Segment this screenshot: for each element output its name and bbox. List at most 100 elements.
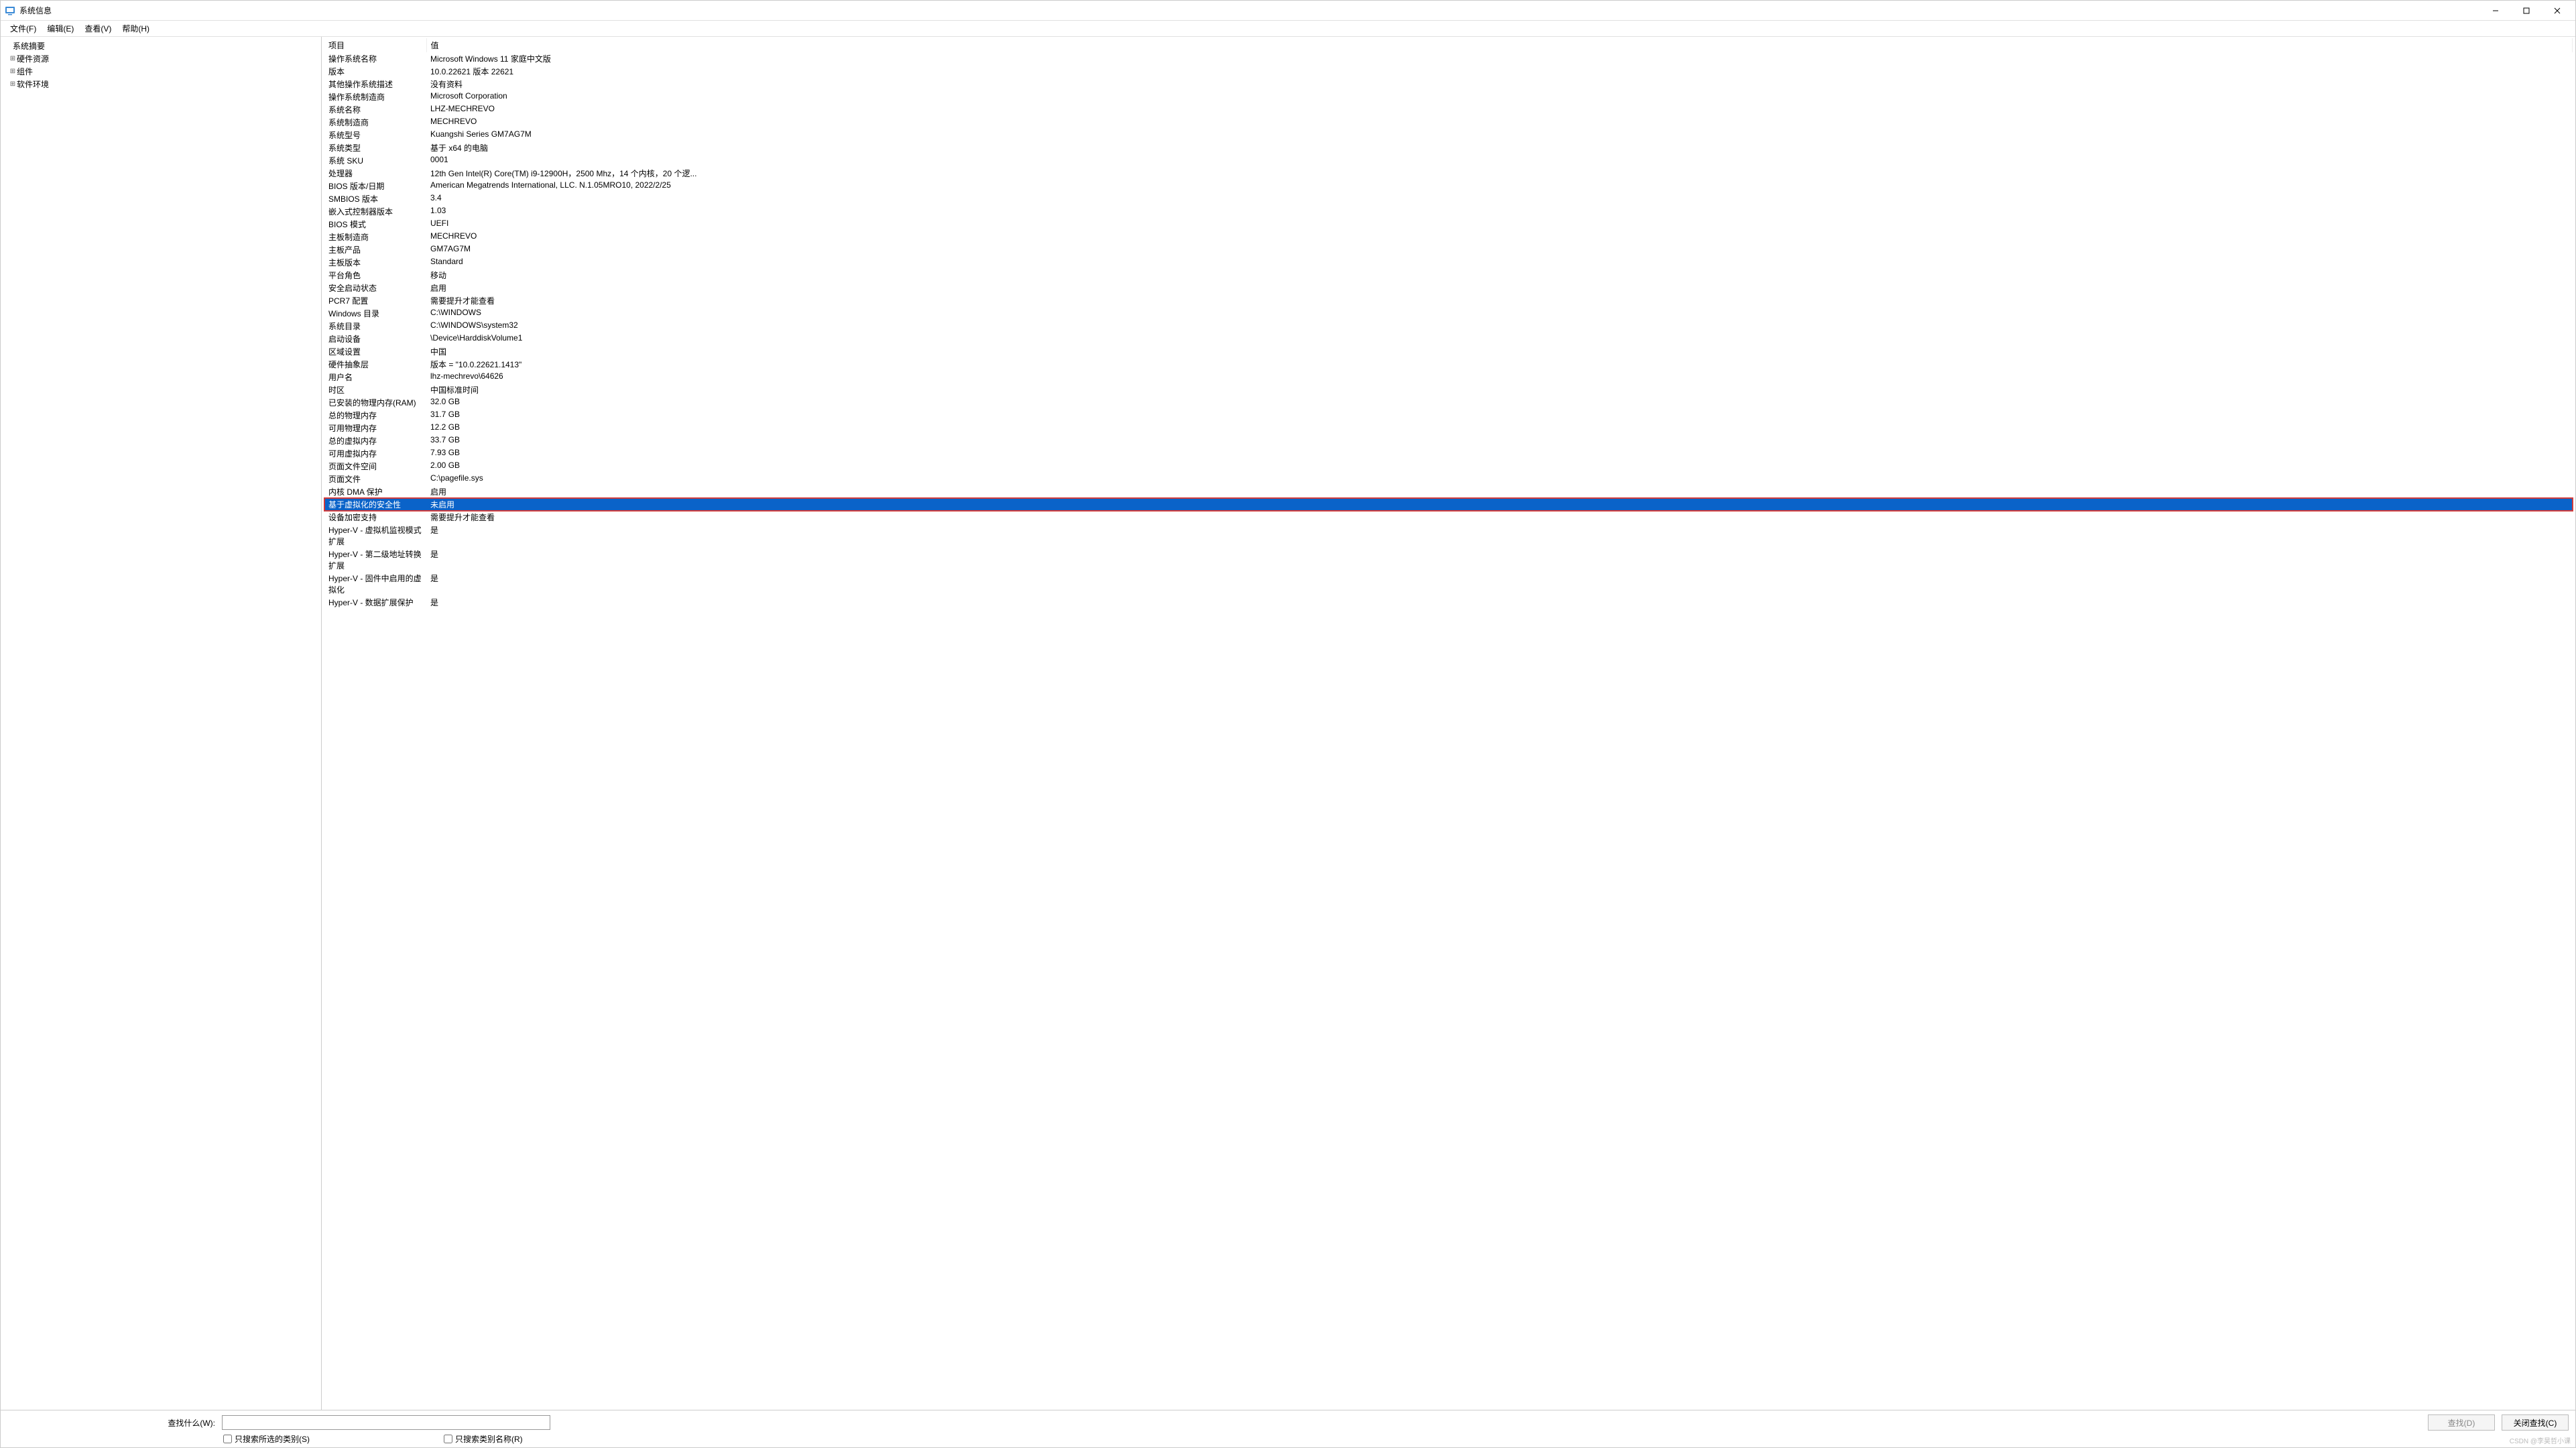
row-value: 需要提升才能查看 bbox=[426, 294, 2573, 307]
row-value: 需要提升才能查看 bbox=[426, 511, 2573, 524]
row-key: 硬件抽象层 bbox=[324, 358, 426, 371]
table-row[interactable]: BIOS 模式UEFI bbox=[324, 218, 2573, 231]
row-value: 是 bbox=[426, 548, 2573, 572]
table-row[interactable]: 时区中国标准时间 bbox=[324, 383, 2573, 396]
table-row[interactable]: 可用虚拟内存7.93 GB bbox=[324, 447, 2573, 460]
row-value: MECHREVO bbox=[426, 116, 2573, 129]
only-category-checkbox[interactable]: 只搜索类别名称(R) bbox=[444, 1433, 523, 1445]
row-key: Hyper-V - 固件中启用的虚拟化 bbox=[324, 572, 426, 596]
table-row[interactable]: Hyper-V - 数据扩展保护是 bbox=[324, 596, 2573, 609]
table-row[interactable]: 系统目录C:\WINDOWS\system32 bbox=[324, 320, 2573, 333]
table-row[interactable]: 系统类型基于 x64 的电脑 bbox=[324, 141, 2573, 154]
table-row[interactable]: 已安装的物理内存(RAM)32.0 GB bbox=[324, 396, 2573, 409]
menu-edit[interactable]: 编辑(E) bbox=[42, 21, 79, 36]
table-row[interactable]: 系统制造商MECHREVO bbox=[324, 116, 2573, 129]
checkbox-input[interactable] bbox=[444, 1435, 452, 1443]
table-row[interactable]: 主板产品GM7AG7M bbox=[324, 243, 2573, 256]
only-selected-checkbox[interactable]: 只搜索所选的类别(S) bbox=[223, 1433, 310, 1445]
row-value: 中国 bbox=[426, 345, 2573, 358]
table-row[interactable]: 硬件抽象层版本 = "10.0.22621.1413" bbox=[324, 358, 2573, 371]
window-title: 系统信息 bbox=[19, 5, 2480, 16]
menu-bar: 文件(F) 编辑(E) 查看(V) 帮助(H) bbox=[1, 21, 2575, 37]
tree-hardware-resources[interactable]: ⊞ 硬件资源 bbox=[2, 52, 320, 65]
tree-expand-icon[interactable]: ⊞ bbox=[9, 80, 17, 88]
row-value: 移动 bbox=[426, 269, 2573, 282]
close-find-button[interactable]: 关闭查找(C) bbox=[2502, 1414, 2569, 1431]
close-button[interactable] bbox=[2542, 1, 2573, 21]
table-header-row: 项目 值 bbox=[324, 38, 2573, 52]
checkbox-label: 只搜索类别名称(R) bbox=[455, 1433, 523, 1445]
table-row[interactable]: Hyper-V - 固件中启用的虚拟化是 bbox=[324, 572, 2573, 596]
table-row[interactable]: 设备加密支持需要提升才能查看 bbox=[324, 511, 2573, 524]
details-pane[interactable]: 项目 值 操作系统名称Microsoft Windows 11 家庭中文版版本1… bbox=[322, 37, 2575, 1410]
table-row[interactable]: 用户名lhz-mechrevo\64626 bbox=[324, 371, 2573, 383]
tree-components[interactable]: ⊞ 组件 bbox=[2, 65, 320, 78]
table-row[interactable]: 系统名称LHZ-MECHREVO bbox=[324, 103, 2573, 116]
table-row[interactable]: 可用物理内存12.2 GB bbox=[324, 422, 2573, 434]
table-row[interactable]: BIOS 版本/日期American Megatrends Internatio… bbox=[324, 180, 2573, 192]
table-row[interactable]: Hyper-V - 虚拟机监视模式扩展是 bbox=[324, 524, 2573, 548]
table-row[interactable]: 总的虚拟内存33.7 GB bbox=[324, 434, 2573, 447]
table-row[interactable]: 主板版本Standard bbox=[324, 256, 2573, 269]
menu-file[interactable]: 文件(F) bbox=[5, 21, 42, 36]
table-row[interactable]: 总的物理内存31.7 GB bbox=[324, 409, 2573, 422]
row-key: 内核 DMA 保护 bbox=[324, 485, 426, 498]
tree-expand-icon[interactable]: ⊞ bbox=[9, 68, 17, 75]
find-button[interactable]: 查找(D) bbox=[2428, 1414, 2495, 1431]
row-key: 可用虚拟内存 bbox=[324, 447, 426, 460]
tree-system-summary[interactable]: 系统摘要 bbox=[2, 40, 320, 52]
row-key: 可用物理内存 bbox=[324, 422, 426, 434]
table-row[interactable]: 平台角色移动 bbox=[324, 269, 2573, 282]
table-row[interactable]: Hyper-V - 第二级地址转换扩展是 bbox=[324, 548, 2573, 572]
row-key: 系统制造商 bbox=[324, 116, 426, 129]
header-value[interactable]: 值 bbox=[426, 38, 2573, 52]
table-row[interactable]: 页面文件C:\pagefile.sys bbox=[324, 473, 2573, 485]
menu-help[interactable]: 帮助(H) bbox=[117, 21, 155, 36]
row-key: 页面文件 bbox=[324, 473, 426, 485]
system-information-window: 系统信息 文件(F) 编辑(E) 查看(V) 帮助(H) 系统摘要 ⊞ 硬件资源… bbox=[0, 0, 2576, 1448]
table-row[interactable]: 系统型号Kuangshi Series GM7AG7M bbox=[324, 129, 2573, 141]
table-row[interactable]: Windows 目录C:\WINDOWS bbox=[324, 307, 2573, 320]
tree-software-environment[interactable]: ⊞ 软件环境 bbox=[2, 78, 320, 90]
minimize-button[interactable] bbox=[2480, 1, 2511, 21]
row-key: 操作系统名称 bbox=[324, 52, 426, 65]
table-row[interactable]: 版本10.0.22621 版本 22621 bbox=[324, 65, 2573, 78]
table-row[interactable]: 处理器12th Gen Intel(R) Core(TM) i9-12900H，… bbox=[324, 167, 2573, 180]
checkbox-input[interactable] bbox=[223, 1435, 232, 1443]
content-area: 系统摘要 ⊞ 硬件资源 ⊞ 组件 ⊞ 软件环境 项目 值 bbox=[1, 37, 2575, 1410]
row-value: Standard bbox=[426, 256, 2573, 269]
table-row[interactable]: 页面文件空间2.00 GB bbox=[324, 460, 2573, 473]
table-row[interactable]: 基于虚拟化的安全性未启用 bbox=[324, 498, 2573, 511]
menu-view[interactable]: 查看(V) bbox=[79, 21, 117, 36]
row-value: \Device\HarddiskVolume1 bbox=[426, 333, 2573, 345]
tree-expand-icon[interactable]: ⊞ bbox=[9, 55, 17, 62]
table-row[interactable]: 安全启动状态启用 bbox=[324, 282, 2573, 294]
row-value: 32.0 GB bbox=[426, 396, 2573, 409]
tree-pane[interactable]: 系统摘要 ⊞ 硬件资源 ⊞ 组件 ⊞ 软件环境 bbox=[1, 37, 322, 1410]
table-row[interactable]: 内核 DMA 保护启用 bbox=[324, 485, 2573, 498]
row-key: 系统 SKU bbox=[324, 154, 426, 167]
row-key: BIOS 模式 bbox=[324, 218, 426, 231]
table-row[interactable]: PCR7 配置需要提升才能查看 bbox=[324, 294, 2573, 307]
tree-label: 系统摘要 bbox=[13, 40, 45, 52]
table-row[interactable]: 系统 SKU0001 bbox=[324, 154, 2573, 167]
row-value: 33.7 GB bbox=[426, 434, 2573, 447]
row-value: 中国标准时间 bbox=[426, 383, 2573, 396]
row-value: C:\pagefile.sys bbox=[426, 473, 2573, 485]
header-item[interactable]: 项目 bbox=[324, 38, 426, 52]
table-row[interactable]: 操作系统名称Microsoft Windows 11 家庭中文版 bbox=[324, 52, 2573, 65]
table-row[interactable]: 区域设置中国 bbox=[324, 345, 2573, 358]
table-row[interactable]: SMBIOS 版本3.4 bbox=[324, 192, 2573, 205]
maximize-button[interactable] bbox=[2511, 1, 2542, 21]
row-value: 0001 bbox=[426, 154, 2573, 167]
table-row[interactable]: 其他操作系统描述没有资料 bbox=[324, 78, 2573, 90]
table-row[interactable]: 启动设备\Device\HarddiskVolume1 bbox=[324, 333, 2573, 345]
search-input[interactable] bbox=[222, 1415, 550, 1430]
table-row[interactable]: 主板制造商MECHREVO bbox=[324, 231, 2573, 243]
table-row[interactable]: 操作系统制造商Microsoft Corporation bbox=[324, 90, 2573, 103]
details-table: 项目 值 操作系统名称Microsoft Windows 11 家庭中文版版本1… bbox=[324, 38, 2573, 609]
table-row[interactable]: 嵌入式控制器版本1.03 bbox=[324, 205, 2573, 218]
row-value: 没有资料 bbox=[426, 78, 2573, 90]
row-value: 基于 x64 的电脑 bbox=[426, 141, 2573, 154]
row-value: 是 bbox=[426, 596, 2573, 609]
